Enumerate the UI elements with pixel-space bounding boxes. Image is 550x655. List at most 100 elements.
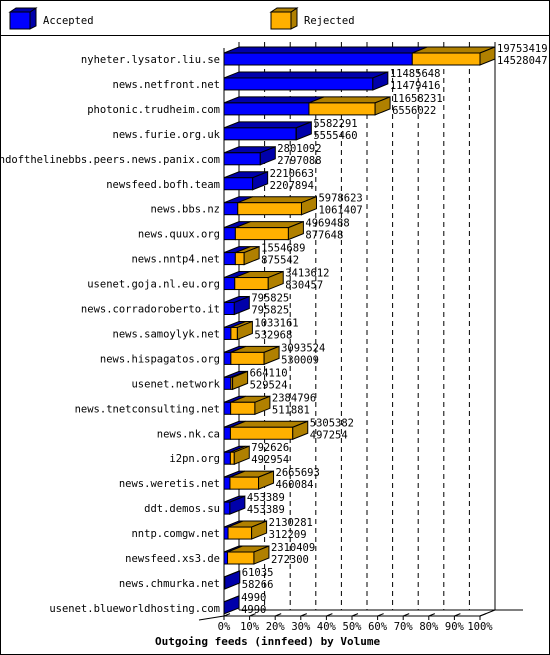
bar-8 xyxy=(223,245,260,266)
bar-accepted-front xyxy=(223,376,232,390)
bar-4 xyxy=(223,146,276,166)
tick-label: 80% xyxy=(419,621,439,633)
bar-accepted-front xyxy=(223,52,413,66)
bar-chart: Accepted Rejected nyheter.lysator.liu.se… xyxy=(0,7,548,648)
bar-accepted-front xyxy=(223,177,254,191)
value-label-accepted: 453389 xyxy=(247,504,285,516)
chart-title: Outgoing feeds (innfeed) by Volume xyxy=(155,635,381,648)
bar-accepted-front xyxy=(223,551,229,565)
category-label: news.furie.org.uk xyxy=(113,129,221,141)
bar-accepted-front xyxy=(223,202,239,216)
bar-0 xyxy=(223,46,496,66)
tick-label: 90% xyxy=(445,621,465,633)
category-labels: nyheter.lysator.liu.se news.netfront.net p… xyxy=(0,54,221,615)
value-label-total: 11658231 xyxy=(392,93,443,105)
value-label-total: 664110 xyxy=(250,367,288,379)
bar-accepted-top xyxy=(223,96,325,104)
tick-mark xyxy=(479,613,487,617)
tick-label: 0% xyxy=(218,621,231,633)
floor-left xyxy=(198,615,225,621)
bar-accepted-front xyxy=(223,152,261,166)
value-label-accepted: 877648 xyxy=(305,230,343,242)
bar-18 xyxy=(223,495,246,515)
value-label-accepted: 5555460 xyxy=(313,130,357,142)
value-label-total: 2310409 xyxy=(271,542,315,554)
bar-rejected-front xyxy=(229,426,294,440)
value-label-accepted: 497254 xyxy=(310,429,348,441)
category-label: newsfeed.xs3.de xyxy=(125,553,220,565)
value-label-accepted: 58266 xyxy=(242,579,274,591)
bar-accepted-front xyxy=(223,302,235,315)
tick-label: 50% xyxy=(343,621,363,633)
legend-swatch-accepted xyxy=(8,7,38,30)
bar-accepted-front xyxy=(223,252,236,266)
value-label-accepted: 11479416 xyxy=(390,80,441,92)
bar-17 xyxy=(223,470,275,490)
value-label-total: 795825 xyxy=(251,293,289,305)
bar-accepted-front xyxy=(223,501,231,515)
value-label-total: 2210663 xyxy=(270,168,314,180)
bar-accepted-front xyxy=(223,401,232,415)
value-label-accepted: 312209 xyxy=(269,529,307,541)
bar-2 xyxy=(223,96,391,116)
bar-9 xyxy=(223,270,284,291)
value-label-total: 1033161 xyxy=(254,317,298,329)
value-label-accepted: 2207894 xyxy=(270,180,314,192)
bar-accepted-front xyxy=(223,426,231,440)
category-label: endofthelinebbs.peers.news.panix.com xyxy=(0,154,220,166)
value-label-accepted: 460084 xyxy=(276,479,314,491)
bar-15 xyxy=(223,420,309,440)
category-label: news.chmurka.net xyxy=(119,578,220,590)
bar-6 xyxy=(223,195,317,216)
bar-accepted-front xyxy=(223,127,297,141)
value-label-accepted: 6556022 xyxy=(392,105,436,117)
category-label: nyheter.lysator.liu.se xyxy=(81,54,220,66)
bar-14 xyxy=(223,395,271,416)
value-label-total: 4969488 xyxy=(305,218,349,230)
value-label-accepted: 14528047 xyxy=(497,55,548,67)
bar-side xyxy=(224,570,241,590)
value-label-accepted: 532968 xyxy=(254,329,292,341)
value-label-total: 11485648 xyxy=(390,68,441,80)
legend: Accepted Rejected xyxy=(8,7,355,30)
value-label-total: 453389 xyxy=(247,492,285,504)
bar-rejected-front xyxy=(411,52,481,66)
value-label-total: 3413612 xyxy=(285,268,329,280)
x-axis-ticks: 0% 10% 20% 30% 40% 50% 60% 70% 80% 90% 100% xyxy=(218,613,493,633)
bar-16 xyxy=(223,445,250,465)
category-label: news.weretis.net xyxy=(119,478,220,490)
category-label: news.samoylyk.net xyxy=(113,328,220,340)
bar-22 xyxy=(223,595,240,615)
category-label: photonic.trudheim.com xyxy=(87,104,220,116)
bar-13 xyxy=(223,370,249,391)
tick-label: 70% xyxy=(394,621,414,633)
value-label-accepted: 875542 xyxy=(261,255,299,267)
category-label: news.quux.org xyxy=(138,229,220,241)
value-label-accepted: 511881 xyxy=(272,404,310,416)
bar-accepted-top xyxy=(223,46,428,54)
value-label-total: 19753419 xyxy=(497,43,548,55)
value-label-total: 5978623 xyxy=(318,193,362,205)
value-label-total: 5305382 xyxy=(310,417,354,429)
bar-11 xyxy=(223,320,253,341)
value-label-accepted: 272300 xyxy=(271,554,309,566)
category-label: news.bbs.nz xyxy=(150,204,220,216)
bar-accepted-front xyxy=(223,102,310,116)
value-label-total: 2130281 xyxy=(269,517,313,529)
bar-5 xyxy=(223,171,269,191)
bar-21 xyxy=(223,570,241,590)
tick-label: 40% xyxy=(317,621,337,633)
value-label-total: 2801092 xyxy=(277,143,321,155)
bar-rejected-front xyxy=(227,526,253,540)
bar-accepted-front xyxy=(223,77,374,91)
bar-accepted-front xyxy=(223,277,236,291)
bar-12 xyxy=(223,345,280,366)
bar-10 xyxy=(223,295,250,316)
value-label-total: 2665693 xyxy=(276,467,320,479)
category-label: news.corradoroberto.it xyxy=(81,304,220,316)
category-label: news.nk.ca xyxy=(157,428,220,440)
bar-accepted-front xyxy=(223,451,231,465)
value-label-accepted: 830457 xyxy=(285,280,323,292)
category-label: news.tnetconsulting.net xyxy=(75,403,220,415)
bar-accepted-front xyxy=(223,476,231,490)
